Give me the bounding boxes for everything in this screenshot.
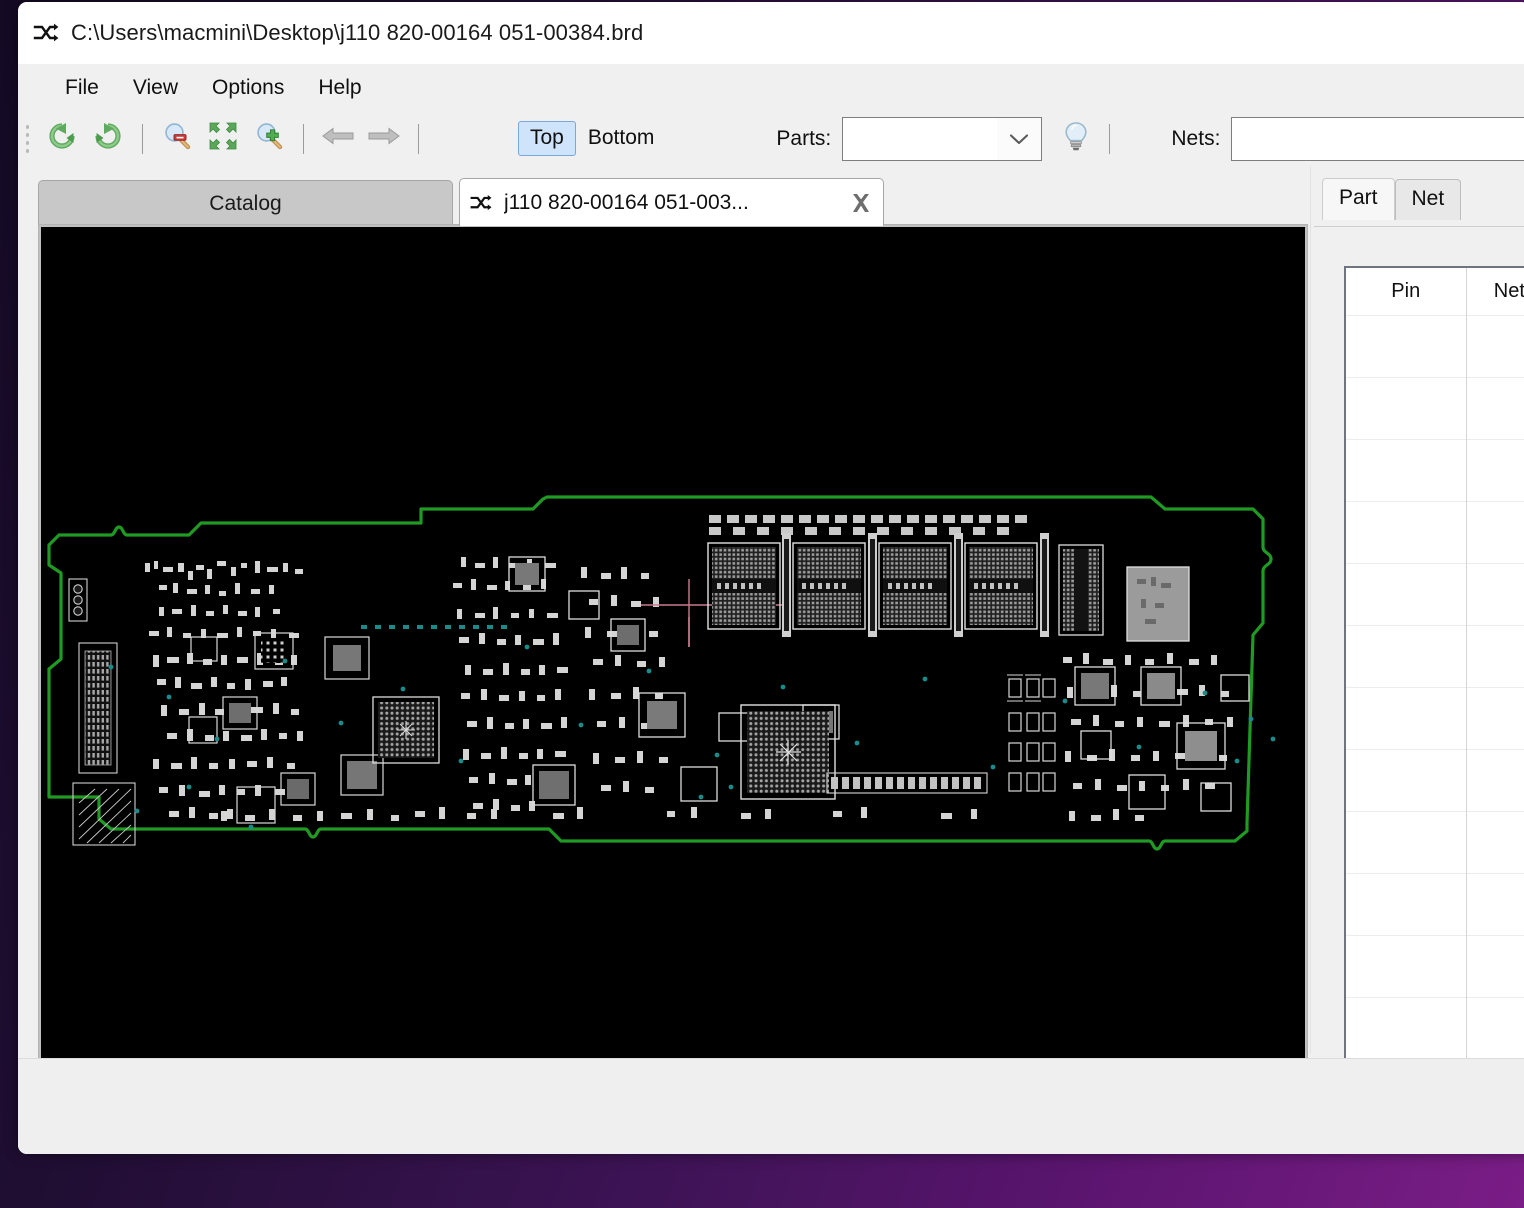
table-row[interactable] <box>1346 624 1524 687</box>
nets-label: Nets: <box>1171 126 1221 150</box>
toolbar-separator-3 <box>418 123 419 154</box>
lightbulb-icon <box>1061 120 1091 157</box>
table-row[interactable] <box>1346 996 1524 1059</box>
board-canvas-frame <box>38 224 1308 1121</box>
menu-item-help[interactable]: Help <box>301 72 378 104</box>
tab-net[interactable]: Net <box>1394 179 1462 220</box>
toolbar-separator-4 <box>1109 123 1111 154</box>
table-row[interactable] <box>1346 376 1524 439</box>
shuffle-icon <box>470 192 492 214</box>
menu-item-file[interactable]: File <box>48 72 116 104</box>
tab-part[interactable]: Part <box>1322 178 1395 220</box>
tab-board-document-label: j110 820-00164 051-003... <box>504 190 749 214</box>
parts-label: Parts: <box>776 126 832 150</box>
menu-bar: File View Options Help <box>18 64 1524 111</box>
close-icon[interactable] <box>849 191 873 215</box>
title-bar: C:\Users\macmini\Desktop\j110 820-00164 … <box>18 2 1524 64</box>
shuffle-icon <box>33 20 59 46</box>
menu-item-view[interactable]: View <box>116 72 195 104</box>
table-row[interactable] <box>1346 748 1524 811</box>
table-row[interactable] <box>1346 314 1524 377</box>
pin-table-body <box>1346 314 1524 1092</box>
parts-combobox[interactable] <box>842 116 1043 161</box>
status-bar <box>18 1058 1524 1154</box>
pin-table-container[interactable]: Pin NetName <box>1344 266 1524 1094</box>
toolbar-grip[interactable] <box>23 121 33 156</box>
tab-catalog-label: Catalog <box>209 191 282 215</box>
table-row[interactable] <box>1346 562 1524 625</box>
tab-board-document[interactable]: j110 820-00164 051-003... <box>459 178 884 226</box>
layer-side-toggle: Top Bottom <box>518 121 666 156</box>
forward-arrow-icon <box>367 125 401 152</box>
rotate-right-button[interactable] <box>88 119 128 159</box>
zoom-out-icon <box>162 121 192 156</box>
zoom-fit-icon <box>208 121 238 156</box>
document-tab-strip: Catalog j110 820-00164 051-003... <box>38 178 1306 226</box>
column-header-netname[interactable]: NetName <box>1466 268 1524 315</box>
toolbar-separator-1 <box>142 123 143 154</box>
back-arrow-icon <box>321 125 355 152</box>
panel-divider <box>1310 166 1311 1054</box>
table-row[interactable] <box>1346 872 1524 935</box>
zoom-out-button[interactable] <box>157 119 197 159</box>
table-row[interactable] <box>1346 500 1524 563</box>
pin-table: Pin NetName <box>1346 268 1524 1092</box>
window-title: C:\Users\macmini\Desktop\j110 820-00164 … <box>71 20 644 45</box>
toolbar: Top Bottom Parts: Nets: <box>18 111 1524 166</box>
table-row[interactable] <box>1346 934 1524 997</box>
table-row[interactable] <box>1346 438 1524 501</box>
tab-catalog[interactable]: Catalog <box>38 180 453 226</box>
nets-input[interactable] <box>1231 116 1524 161</box>
table-row[interactable] <box>1346 686 1524 749</box>
side-panel-tab-underline <box>1314 226 1524 227</box>
application-window: C:\Users\macmini\Desktop\j110 820-00164 … <box>18 2 1524 1154</box>
column-header-pin[interactable]: Pin <box>1346 268 1467 315</box>
rotate-left-button[interactable] <box>42 119 82 159</box>
highlight-bulb-button[interactable] <box>1054 117 1098 161</box>
side-panel-tab-strip: Part Net <box>1322 178 1462 220</box>
pin-table-header-row: Pin NetName <box>1346 268 1524 315</box>
back-button[interactable] <box>318 119 358 159</box>
forward-button[interactable] <box>364 119 404 159</box>
right-side-panel: Part Net Pin NetName <box>1314 166 1524 1118</box>
toolbar-separator-2 <box>303 123 304 154</box>
board-render <box>41 227 1305 1118</box>
zoom-fit-button[interactable] <box>203 119 243 159</box>
menu-item-options[interactable]: Options <box>195 72 301 104</box>
chevron-down-icon[interactable] <box>997 117 1042 160</box>
board-view-canvas[interactable] <box>41 227 1305 1118</box>
layer-bottom-button[interactable]: Bottom <box>576 121 667 156</box>
zoom-in-button[interactable] <box>249 119 289 159</box>
layer-top-button[interactable]: Top <box>518 121 576 156</box>
rotate-right-icon <box>93 121 123 156</box>
rotate-left-icon <box>47 121 77 156</box>
table-row[interactable] <box>1346 810 1524 873</box>
zoom-in-icon <box>254 121 284 156</box>
